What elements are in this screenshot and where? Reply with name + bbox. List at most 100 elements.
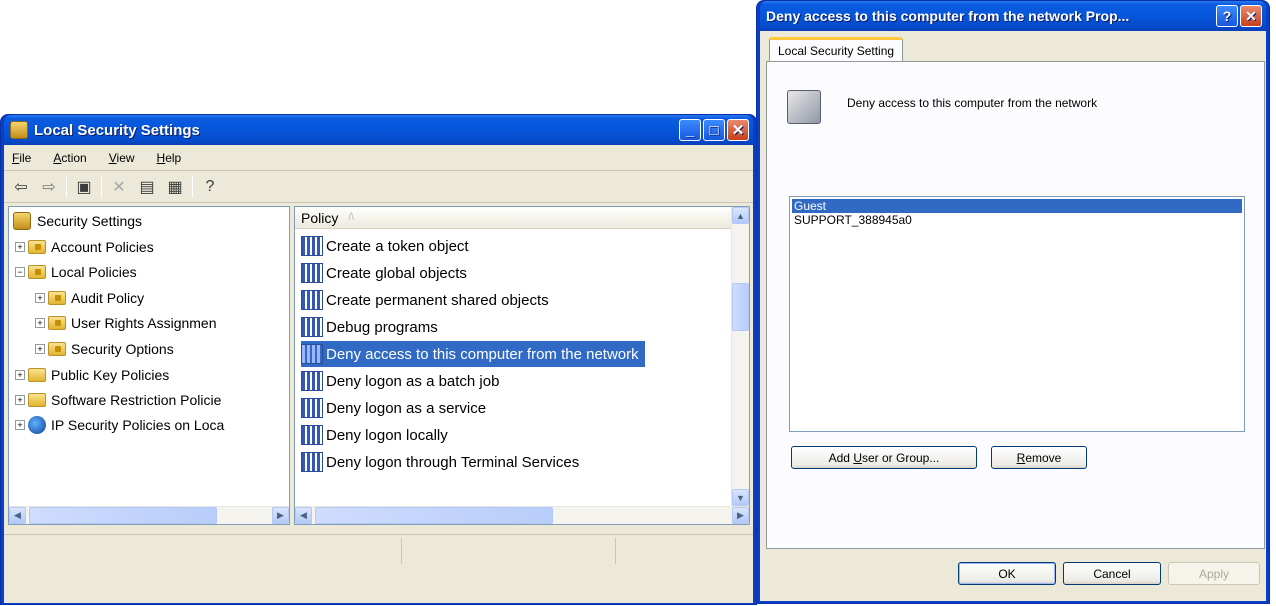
local-security-settings-window: Local Security Settings _ □ ✕ File Actio… bbox=[0, 114, 757, 605]
expand-icon[interactable]: + bbox=[15, 370, 25, 380]
remove-button[interactable]: Remove bbox=[991, 446, 1087, 469]
scroll-thumb[interactable] bbox=[29, 507, 217, 524]
policy-list-item[interactable]: Create permanent shared objects bbox=[301, 287, 555, 313]
policy-icon bbox=[301, 371, 323, 391]
account-list[interactable]: Guest SUPPORT_388945a0 bbox=[789, 196, 1245, 432]
tree-pane: Security Settings + Account Policies − L… bbox=[8, 206, 290, 525]
folder-icon bbox=[48, 342, 66, 356]
policy-list-item[interactable]: Deny access to this computer from the ne… bbox=[301, 341, 645, 367]
policy-list-item[interactable]: Deny logon as a batch job bbox=[301, 368, 505, 394]
toolbar-separator bbox=[192, 175, 193, 198]
expand-icon[interactable]: + bbox=[35, 344, 45, 354]
expand-icon[interactable]: + bbox=[15, 395, 25, 405]
column-header-policy[interactable]: Policy /\ bbox=[295, 207, 731, 229]
policy-list-item[interactable]: Create a token object bbox=[301, 233, 475, 259]
forward-arrow-icon[interactable]: ⇨ bbox=[38, 176, 60, 198]
apply-button[interactable]: Apply bbox=[1168, 562, 1260, 585]
tree-item-account-policies[interactable]: + Account Policies bbox=[15, 235, 154, 259]
expand-icon[interactable]: + bbox=[15, 242, 25, 252]
folder-icon bbox=[28, 265, 46, 279]
help-button[interactable]: ? bbox=[1216, 5, 1238, 27]
toolbar-separator bbox=[66, 175, 67, 198]
export-list-icon[interactable]: ▦ bbox=[164, 176, 186, 198]
policy-icon bbox=[301, 452, 323, 472]
policy-list-item[interactable]: Deny logon through Terminal Services bbox=[301, 449, 585, 475]
policy-name: Create a token object bbox=[326, 237, 469, 255]
tree-item-user-rights[interactable]: + User Rights Assignmen bbox=[35, 311, 217, 335]
list-vertical-scrollbar[interactable]: ▲ ▼ bbox=[731, 207, 749, 506]
policy-icon bbox=[301, 236, 323, 256]
scroll-right-icon[interactable]: ▶ bbox=[272, 507, 289, 524]
maximize-button[interactable]: □ bbox=[703, 119, 725, 141]
delete-icon[interactable]: ✕ bbox=[108, 176, 130, 198]
policy-list-item[interactable]: Deny logon locally bbox=[301, 422, 454, 448]
tree-item-ip-security[interactable]: + IP Security Policies on Loca bbox=[15, 413, 224, 437]
list-item[interactable]: SUPPORT_388945a0 bbox=[792, 213, 1242, 227]
menu-view[interactable]: View bbox=[109, 151, 135, 165]
ok-button[interactable]: OK bbox=[958, 562, 1056, 585]
security-settings-icon bbox=[13, 212, 31, 230]
properties-icon[interactable]: ▤ bbox=[136, 176, 158, 198]
scroll-right-icon[interactable]: ▶ bbox=[732, 507, 749, 524]
window-titlebar[interactable]: Local Security Settings _ □ ✕ bbox=[4, 115, 753, 145]
policy-name: Deny logon through Terminal Services bbox=[326, 453, 580, 471]
menu-action[interactable]: Action bbox=[53, 151, 86, 165]
tree-item-public-key[interactable]: + Public Key Policies bbox=[15, 363, 169, 387]
close-button[interactable]: ✕ bbox=[727, 119, 749, 141]
back-arrow-icon[interactable]: ⇦ bbox=[10, 176, 32, 198]
collapse-icon[interactable]: − bbox=[15, 267, 25, 277]
dialog-titlebar[interactable]: Deny access to this computer from the ne… bbox=[760, 1, 1266, 31]
folder-icon bbox=[48, 291, 66, 305]
list-horizontal-scrollbar[interactable]: ◀ ▶ bbox=[295, 506, 749, 524]
help-icon[interactable]: ? bbox=[199, 176, 221, 198]
policy-name: Deny logon as a batch job bbox=[326, 372, 500, 390]
scroll-up-icon[interactable]: ▲ bbox=[732, 207, 749, 224]
policy-list-item[interactable]: Create global objects bbox=[301, 260, 473, 286]
cancel-button[interactable]: Cancel bbox=[1063, 562, 1161, 585]
scroll-down-icon[interactable]: ▼ bbox=[732, 489, 749, 506]
server-policy-icon bbox=[787, 90, 821, 124]
tree-horizontal-scrollbar[interactable]: ◀ ▶ bbox=[9, 506, 289, 524]
tab-strip: Local Security Setting bbox=[760, 31, 1266, 61]
sort-ascending-icon: /\ bbox=[348, 212, 354, 223]
policy-name: Deny access to this computer from the ne… bbox=[326, 345, 639, 363]
menu-file[interactable]: File bbox=[12, 151, 31, 165]
policy-icon bbox=[301, 317, 323, 337]
policy-list-item[interactable]: Deny logon as a service bbox=[301, 395, 492, 421]
tree-item-security-settings[interactable]: Security Settings bbox=[13, 209, 142, 233]
add-user-or-group-button[interactable]: Add User or Group... bbox=[791, 446, 977, 469]
folder-icon bbox=[28, 368, 46, 382]
policy-name: Create permanent shared objects bbox=[326, 291, 549, 309]
policy-icon bbox=[301, 425, 323, 445]
tab-local-security-setting[interactable]: Local Security Setting bbox=[769, 37, 904, 61]
policy-icon bbox=[301, 290, 323, 310]
expand-icon[interactable]: + bbox=[15, 420, 25, 430]
policy-icon bbox=[301, 344, 323, 364]
security-settings-icon bbox=[10, 121, 28, 139]
status-bar bbox=[4, 534, 753, 568]
toolbar-separator bbox=[101, 175, 102, 198]
policy-list-item[interactable]: Debug programs bbox=[301, 314, 444, 340]
expand-icon[interactable]: + bbox=[35, 293, 45, 303]
policy-icon bbox=[301, 263, 323, 283]
scroll-thumb[interactable] bbox=[315, 507, 553, 524]
menu-bar: File Action View Help bbox=[4, 145, 753, 171]
status-cell bbox=[616, 538, 752, 564]
menu-help[interactable]: Help bbox=[157, 151, 182, 165]
minimize-button[interactable]: _ bbox=[679, 119, 701, 141]
tree-item-local-policies[interactable]: − Local Policies bbox=[15, 260, 137, 284]
toolbar: ⇦ ⇨ ▣ ✕ ▤ ▦ ? bbox=[4, 171, 753, 203]
close-button[interactable]: ✕ bbox=[1240, 5, 1262, 27]
scroll-thumb[interactable] bbox=[732, 283, 749, 331]
expand-icon[interactable]: + bbox=[35, 318, 45, 328]
scroll-left-icon[interactable]: ◀ bbox=[295, 507, 312, 524]
tree-item-security-options[interactable]: + Security Options bbox=[35, 337, 174, 361]
up-folder-icon[interactable]: ▣ bbox=[73, 176, 95, 198]
window-title: Local Security Settings bbox=[34, 121, 200, 139]
list-item[interactable]: Guest bbox=[792, 199, 1242, 213]
tree-item-software-restriction[interactable]: + Software Restriction Policie bbox=[15, 388, 221, 412]
tree-item-audit-policy[interactable]: + Audit Policy bbox=[35, 286, 144, 310]
folder-icon bbox=[28, 240, 46, 254]
scroll-left-icon[interactable]: ◀ bbox=[9, 507, 26, 524]
dialog-body: Local Security Setting Deny access to th… bbox=[760, 31, 1266, 601]
